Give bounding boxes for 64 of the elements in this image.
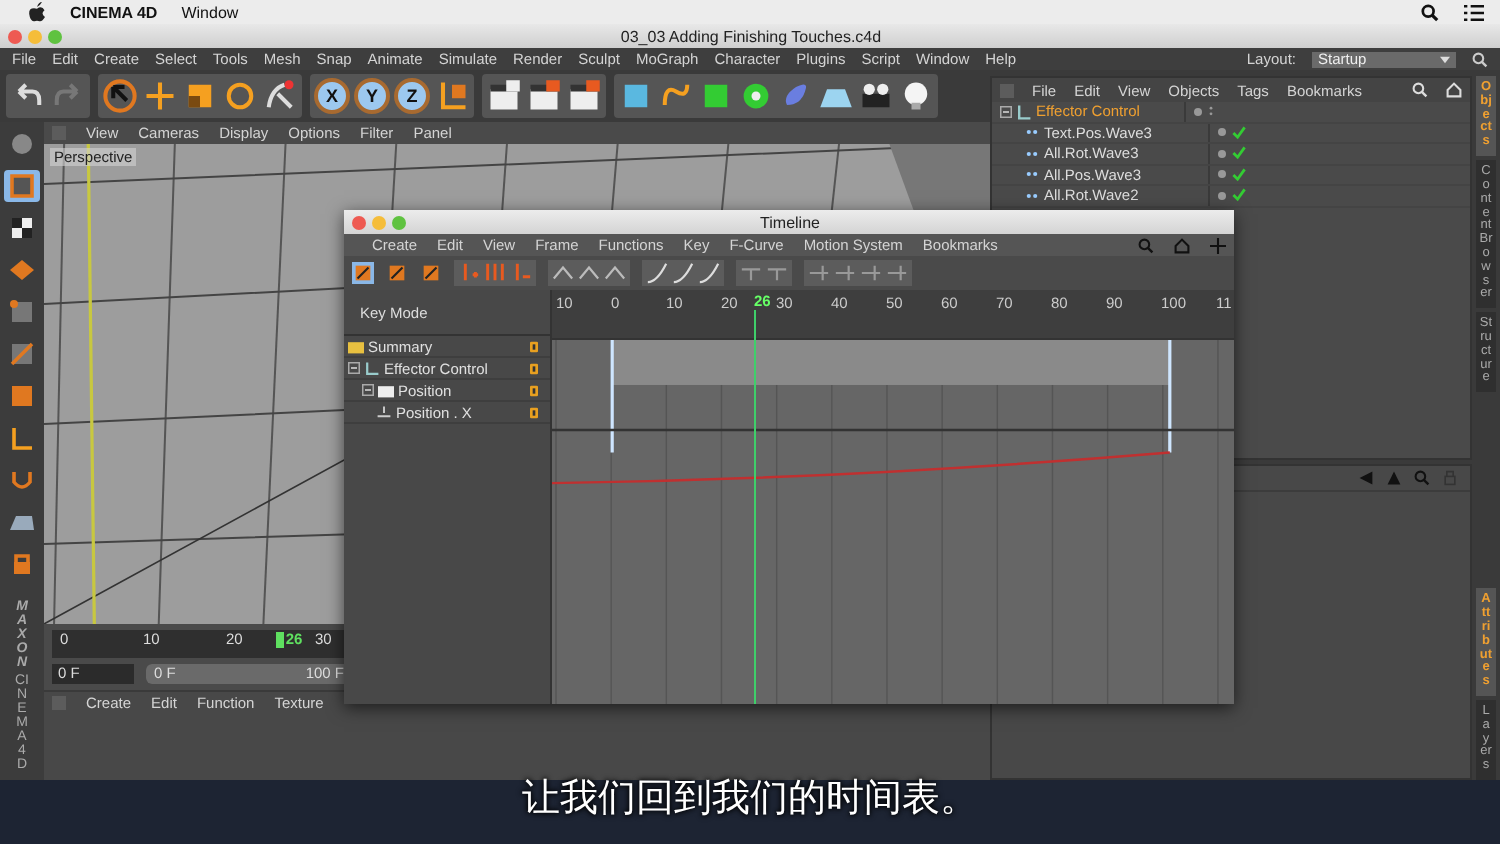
effector-icon	[1016, 103, 1032, 120]
folder-icon	[378, 383, 394, 397]
curve-icon[interactable]	[646, 262, 668, 284]
window-title: 03_03 Adding Finishing Touches.c4d	[620, 27, 882, 45]
visibility-dot[interactable]	[1218, 170, 1226, 179]
panel-toggle-icon[interactable]	[1000, 83, 1014, 97]
curve-mode-icon[interactable]	[386, 262, 408, 284]
clapper-icon[interactable]	[526, 78, 562, 114]
collapse-icon[interactable]	[362, 384, 374, 396]
add-key-icon[interactable]	[458, 262, 480, 284]
tangent-icon[interactable]	[740, 262, 762, 284]
remove-key-icon[interactable]	[510, 262, 532, 284]
close-button[interactable]	[352, 215, 366, 229]
curve-icon[interactable]	[672, 262, 694, 284]
collapse-icon[interactable]	[348, 362, 360, 374]
tangent-icon[interactable]	[886, 262, 908, 284]
tangent-icon[interactable]	[860, 262, 882, 284]
check-icon[interactable]	[1232, 146, 1246, 161]
clapper-icon[interactable]	[486, 78, 522, 114]
axis-toggle[interactable]: Z	[394, 78, 430, 114]
cube-icon[interactable]	[4, 170, 40, 202]
visibility-dot[interactable]	[1218, 149, 1226, 158]
tangent-icon[interactable]	[808, 262, 830, 284]
dope-icon[interactable]	[420, 262, 442, 284]
apple-icon[interactable]	[28, 2, 46, 22]
visibility-dot[interactable]	[1218, 128, 1226, 137]
folder-icon	[348, 339, 364, 353]
move-icon[interactable]	[142, 78, 178, 114]
magic-select-icon[interactable]	[262, 78, 298, 114]
interpolation-icon[interactable]	[604, 262, 626, 284]
visibility-dot[interactable]	[1194, 107, 1202, 116]
tangent-icon[interactable]	[766, 262, 788, 284]
check-icon[interactable]	[1232, 125, 1246, 140]
collapse-icon[interactable]	[1000, 105, 1012, 118]
move-icon[interactable]	[1210, 237, 1226, 253]
axis-toggle[interactable]: X	[314, 78, 350, 114]
back-arrow-icon[interactable]	[1358, 470, 1374, 486]
visibility-dot[interactable]	[1218, 191, 1226, 200]
search-icon[interactable]	[1420, 3, 1440, 21]
clapper-gear-icon[interactable]	[566, 78, 602, 114]
tangent-icon[interactable]	[834, 262, 856, 284]
track-area[interactable]	[552, 340, 1234, 704]
list-icon[interactable]	[1464, 3, 1484, 21]
effector-icon	[364, 361, 380, 375]
caret-icon	[1440, 55, 1450, 63]
menu-item[interactable]: Window	[181, 3, 239, 21]
check-icon[interactable]	[1232, 188, 1246, 203]
subtitle-caption: 让我们回到我们的时间表。	[522, 776, 978, 824]
axis-toggle[interactable]: Y	[354, 78, 390, 114]
curve-icon	[376, 405, 392, 419]
pointer-icon[interactable]	[102, 78, 138, 114]
curve-icon[interactable]	[698, 262, 720, 284]
interpolation-icon[interactable]	[552, 262, 574, 284]
window-title: Timeline	[760, 213, 820, 231]
key-mode-icon[interactable]	[352, 262, 374, 284]
check-icon[interactable]	[1232, 167, 1246, 182]
add-keys-icon[interactable]	[484, 262, 506, 284]
interpolation-icon[interactable]	[578, 262, 600, 284]
up-arrow-icon[interactable]	[1386, 470, 1402, 486]
zoom-button[interactable]	[392, 215, 406, 229]
close-button[interactable]	[8, 29, 22, 43]
app-name[interactable]: CINEMA 4D	[70, 3, 158, 21]
playhead[interactable]	[275, 632, 284, 648]
rotate-icon[interactable]	[222, 78, 258, 114]
